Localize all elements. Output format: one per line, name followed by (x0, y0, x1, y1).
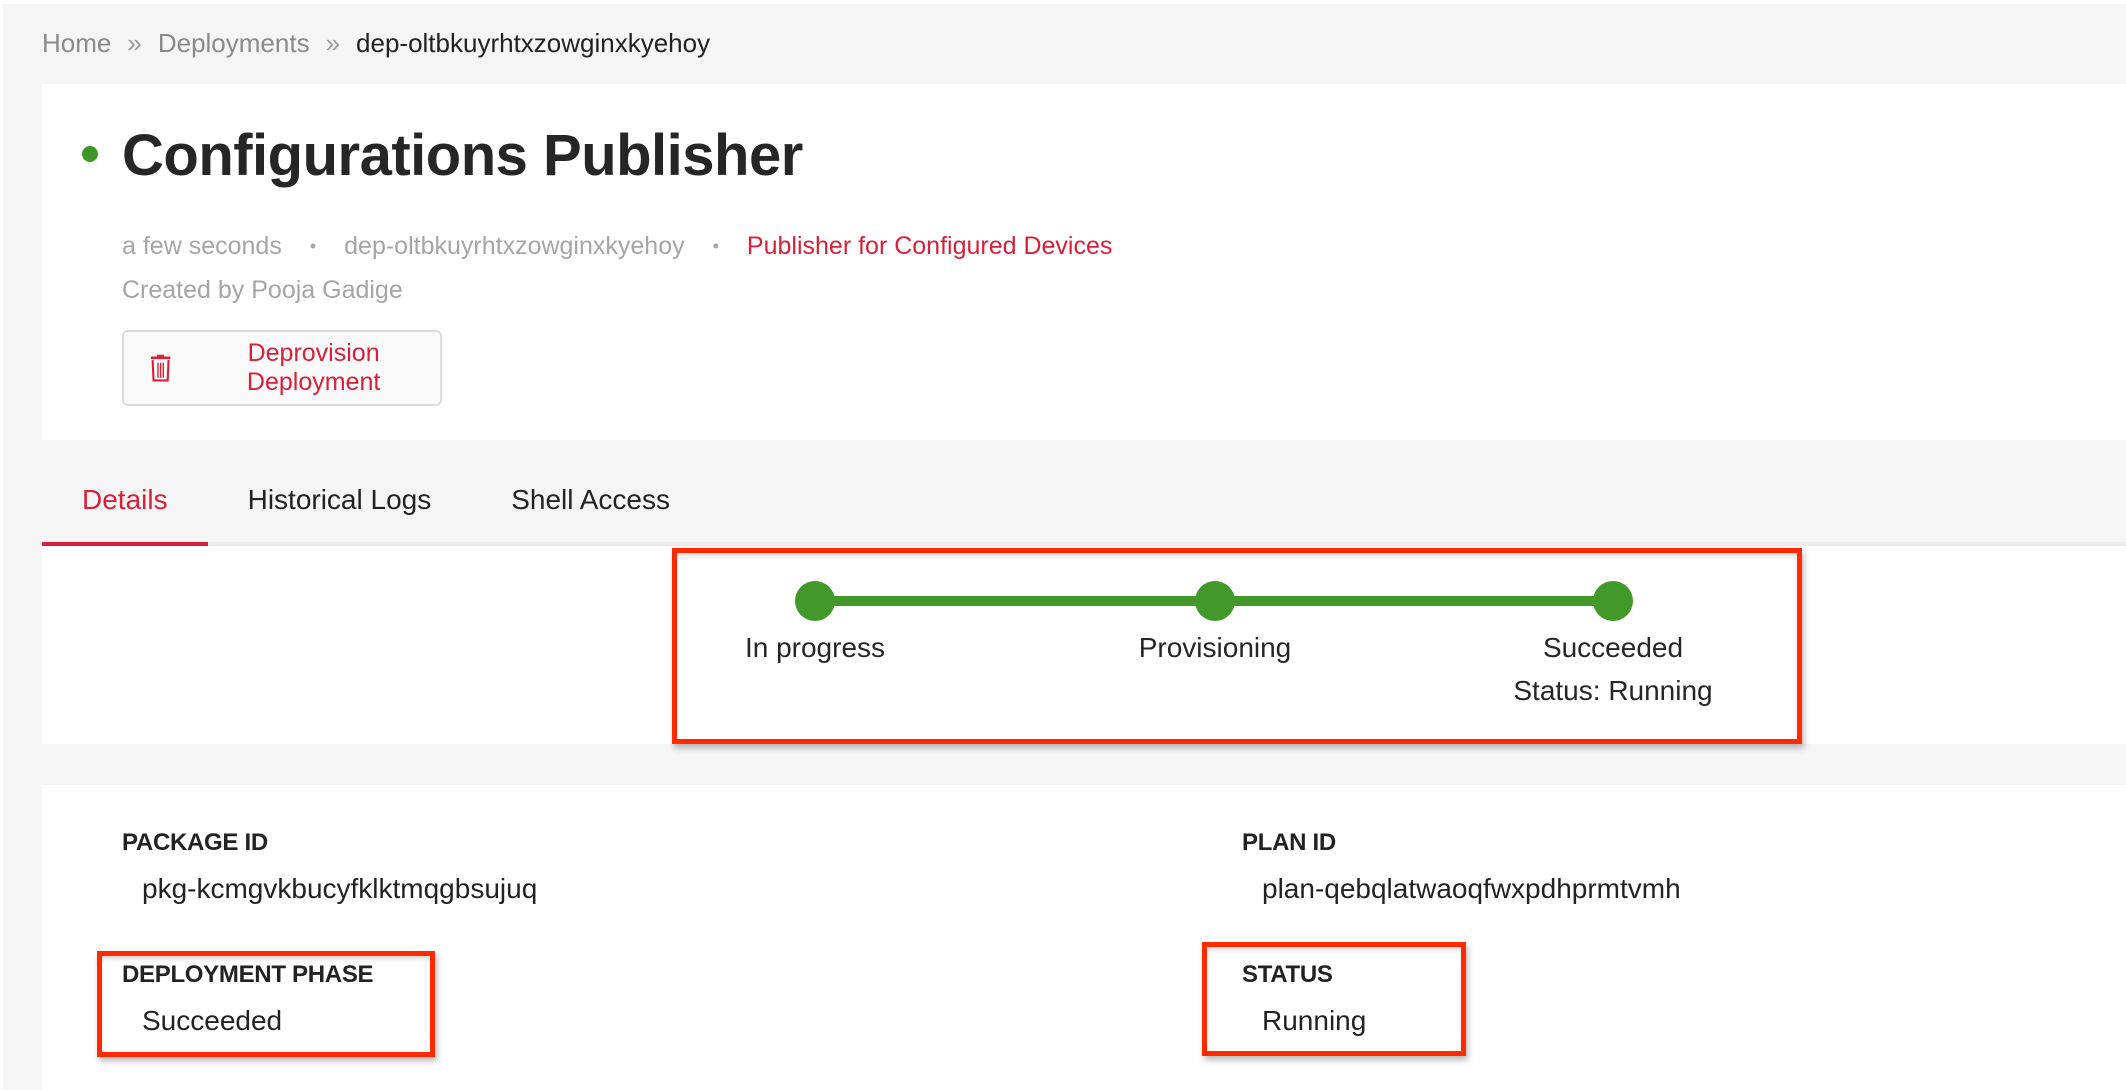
step-label-succeeded: Succeeded Status: Running (1463, 626, 1763, 712)
tab-historical-logs[interactable]: Historical Logs (208, 470, 472, 546)
progress-stepper-card: In progress Provisioning Succeeded Statu… (42, 546, 2126, 744)
tab-details[interactable]: Details (42, 470, 208, 546)
status-label: STATUS (1242, 961, 1333, 988)
plan-id-label: PLAN ID (1242, 829, 1336, 856)
meta-separator: • (712, 236, 719, 256)
step-title: Provisioning (1138, 632, 1292, 663)
deprovision-label: Deprovision Deployment (246, 339, 381, 396)
deployment-header-card: Configurations Publisher a few seconds •… (42, 84, 2126, 440)
step-title: Succeeded (1542, 632, 1684, 663)
step-sublabel: Status: Running (1513, 675, 1713, 706)
created-by: Created by Pooja Gadige (122, 276, 403, 304)
breadcrumb-current: dep-oltbkuyrhtxzowginxkyehoy (356, 28, 711, 58)
step-label-provisioning: Provisioning (1065, 626, 1365, 669)
deployment-description: Publisher for Configured Devices (746, 232, 1113, 260)
tab-shell-access[interactable]: Shell Access (471, 470, 710, 546)
breadcrumb: Home » Deployments » dep-oltbkuyrhtxzowg… (42, 28, 710, 59)
step-label-in-progress: In progress (665, 626, 965, 669)
progress-stepper: In progress Provisioning Succeeded Statu… (42, 546, 2126, 744)
deployment-phase-value: Succeeded (142, 1005, 283, 1036)
status-dot-icon (82, 146, 98, 162)
deployment-age: a few seconds (122, 232, 282, 260)
step-dot-in-progress (795, 581, 835, 621)
step-title: In progress (744, 632, 886, 663)
deployment-details-card: PACKAGE ID pkg-kcmgvkbucyfklktmqgbsujuq … (42, 785, 2126, 1090)
breadcrumb-deployments[interactable]: Deployments (158, 28, 310, 59)
trash-icon (150, 354, 171, 382)
step-dot-provisioning (1195, 581, 1235, 621)
top-edge (0, 0, 2126, 4)
breadcrumb-separator: » (127, 28, 142, 58)
left-edge (0, 0, 3, 1090)
deployment-id: dep-oltbkuyrhtxzowginxkyehoy (344, 232, 685, 260)
tab-bar: Details Historical Logs Shell Access (42, 470, 710, 546)
step-dot-succeeded (1593, 581, 1633, 621)
status-value: Running (1262, 1005, 1367, 1036)
breadcrumb-home[interactable]: Home (42, 28, 111, 59)
deprovision-deployment-button[interactable]: Deprovision Deployment (122, 330, 442, 406)
plan-id-value: plan-qebqlatwaoqfwxpdhprmtvmh (1262, 873, 1681, 904)
step-connector (1217, 596, 1613, 606)
step-connector (817, 596, 1213, 606)
meta-separator: • (309, 236, 317, 256)
page-title: Configurations Publisher (122, 123, 803, 188)
package-id-value: pkg-kcmgvkbucyfklktmqgbsujuq (142, 873, 538, 904)
deployment-meta: a few seconds • dep-oltbkuyrhtxzowginxky… (122, 232, 1112, 261)
deployment-phase-label: DEPLOYMENT PHASE (122, 961, 374, 988)
breadcrumb-separator: » (325, 28, 341, 58)
package-id-label: PACKAGE ID (122, 829, 268, 856)
